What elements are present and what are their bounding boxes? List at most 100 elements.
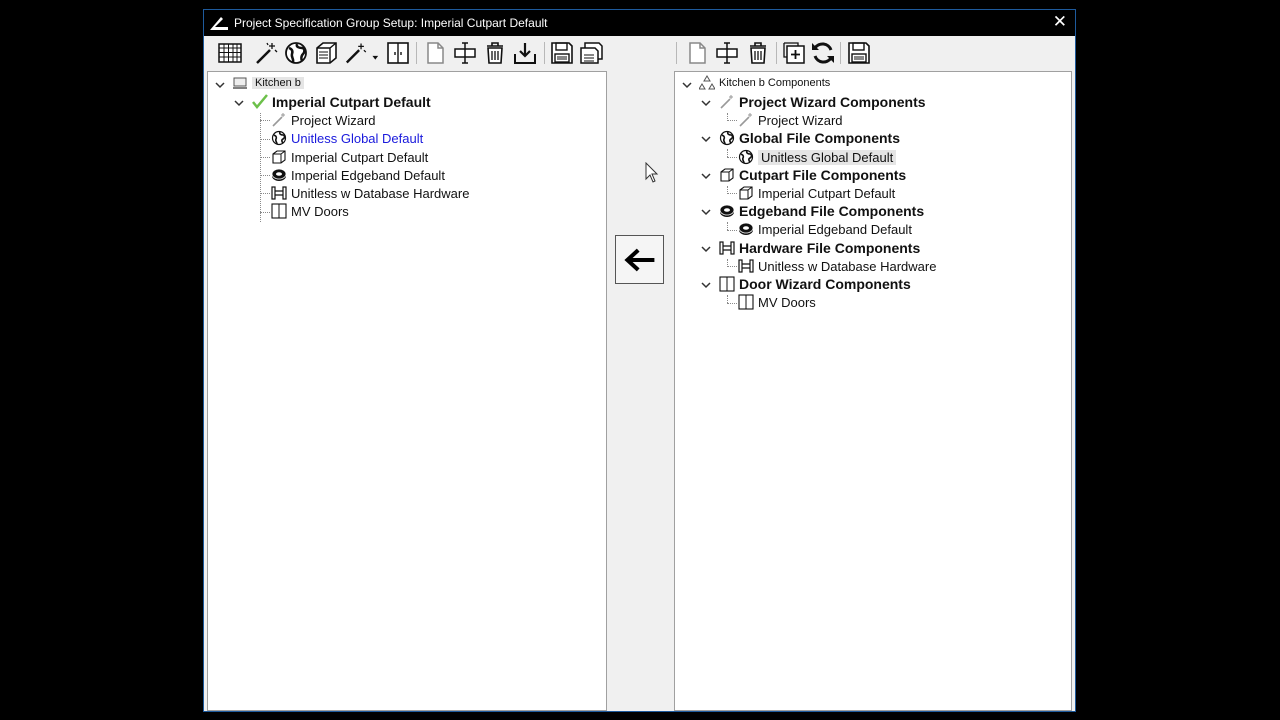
tree-connector [727, 120, 737, 122]
component-item-project-wizard[interactable]: Project Wizard [738, 111, 843, 129]
component-item-database-hardware[interactable]: Unitless w Database Hardware [738, 257, 936, 275]
new-page-icon[interactable] [683, 39, 711, 67]
save-stack-icon[interactable] [577, 39, 605, 67]
component-item-label: MV Doors [758, 294, 816, 310]
left-tree-panel[interactable]: Kitchen b Imperial Cutpart Default Proje… [207, 71, 607, 711]
door-icon [719, 276, 735, 292]
cutpart-cube-icon [738, 185, 754, 201]
tree-connector [727, 149, 729, 157]
component-group-project-wizard[interactable]: Project Wizard Components [719, 93, 926, 111]
wizard-wand-icon [719, 94, 735, 110]
move-item-icon[interactable] [713, 39, 741, 67]
tree-item-project-wizard[interactable]: Project Wizard [271, 111, 376, 129]
component-item-edgeband-default[interactable]: Imperial Edgeband Default [738, 220, 912, 238]
toolbar-separator [840, 42, 841, 64]
tree-root-node[interactable]: Kitchen b [232, 74, 304, 92]
component-item-label: Imperial Edgeband Default [758, 221, 912, 237]
globe-icon [738, 149, 754, 165]
arrow-left-icon [623, 248, 654, 271]
tree-connector [727, 230, 737, 232]
save-disk-icon[interactable] [548, 39, 576, 67]
tree-item-label: Imperial Edgeband Default [291, 167, 445, 183]
globe-icon[interactable] [282, 39, 310, 67]
toolbar-separator [416, 42, 417, 64]
chevron-down-icon[interactable] [700, 96, 712, 108]
component-group-cutpart-file[interactable]: Cutpart File Components [719, 166, 906, 184]
computer-icon [232, 75, 248, 91]
tree-item-cutpart-default[interactable]: Imperial Cutpart Default [271, 148, 428, 166]
cutpart-cube-icon [719, 167, 735, 183]
import-download-icon[interactable] [511, 39, 539, 67]
left-toolbar [204, 36, 604, 70]
tree-connector [727, 266, 737, 268]
component-item-mv-doors[interactable]: MV Doors [738, 293, 816, 311]
door-icon[interactable] [384, 39, 412, 67]
tree-root-label: Kitchen b [252, 77, 304, 89]
component-item-label: Unitless w Database Hardware [758, 258, 937, 274]
tree-item-label: Imperial Cutpart Default [291, 149, 429, 165]
edgeband-roll-icon [719, 203, 735, 219]
move-item-icon[interactable] [451, 39, 479, 67]
chevron-down-icon[interactable] [700, 278, 712, 290]
tree-connector [260, 157, 270, 159]
chevron-down-icon[interactable] [700, 132, 712, 144]
edgeband-roll-icon [271, 167, 287, 183]
component-group-door-wizard[interactable]: Door Wizard Components [719, 275, 911, 293]
toolbar-separator [544, 42, 545, 64]
cutpart-cube-icon[interactable] [312, 39, 340, 67]
component-item-label: Project Wizard [758, 112, 843, 128]
close-button[interactable]: ✕ [1053, 13, 1067, 31]
add-new-icon[interactable] [780, 39, 808, 67]
chevron-down-icon[interactable] [700, 169, 712, 181]
tree-item-mv-doors[interactable]: MV Doors [271, 202, 349, 220]
right-tree-panel[interactable]: Kitchen b Components Project Wizard Comp… [674, 71, 1072, 711]
component-group-global-file[interactable]: Global File Components [719, 129, 900, 147]
component-group-hardware-file[interactable]: Hardware File Components [719, 239, 920, 257]
door-icon [738, 294, 754, 310]
checkmark-icon [252, 94, 268, 110]
cutpart-cube-icon [271, 149, 287, 165]
refresh-icon[interactable] [809, 39, 837, 67]
tree-connector [260, 113, 262, 222]
component-group-label: Door Wizard Components [739, 276, 911, 292]
components-root-node[interactable]: Kitchen b Components [699, 74, 830, 92]
chevron-down-icon[interactable] [214, 78, 226, 90]
globe-icon [271, 130, 287, 146]
chevron-down-icon[interactable] [700, 242, 712, 254]
mouse-cursor-icon [645, 161, 659, 184]
delete-trash-icon[interactable] [481, 39, 509, 67]
chevron-down-icon[interactable] [233, 96, 245, 108]
window-title: Project Specification Group Setup: Imper… [234, 16, 548, 30]
wizard-dropdown-icon[interactable] [342, 39, 382, 67]
delete-trash-icon[interactable] [744, 39, 772, 67]
tree-group-node[interactable]: Imperial Cutpart Default [252, 93, 431, 111]
move-left-arrow-button[interactable] [615, 235, 664, 284]
tree-item-label: MV Doors [291, 203, 349, 219]
component-item-global-default[interactable]: Unitless Global Default [738, 148, 897, 166]
component-item-label: Imperial Cutpart Default [758, 185, 896, 201]
new-page-icon[interactable] [421, 39, 449, 67]
component-group-edgeband-file[interactable]: Edgeband File Components [719, 202, 924, 220]
tree-item-edgeband-default[interactable]: Imperial Edgeband Default [271, 166, 445, 184]
hardware-hinge-icon [719, 240, 735, 256]
wizard-wand-icon[interactable] [252, 39, 280, 67]
tree-connector [260, 175, 270, 177]
app-logo-icon [209, 15, 229, 31]
tree-connector [727, 193, 737, 195]
spec-group-setup-window: Project Specification Group Setup: Imper… [203, 9, 1076, 712]
tree-item-global-default[interactable]: Unitless Global Default [271, 129, 423, 147]
components-icon [699, 75, 715, 91]
tree-group-label: Imperial Cutpart Default [272, 94, 431, 110]
tree-item-label: Unitless w Database Hardware [291, 185, 470, 201]
component-item-label: Unitless Global Default [758, 149, 897, 165]
tree-item-database-hardware[interactable]: Unitless w Database Hardware [271, 184, 469, 202]
chevron-down-icon[interactable] [681, 78, 693, 90]
grid-icon[interactable] [216, 39, 244, 67]
wizard-wand-icon [738, 112, 754, 128]
right-toolbar [674, 36, 1074, 70]
component-group-label: Global File Components [739, 130, 901, 146]
chevron-down-icon[interactable] [700, 205, 712, 217]
save-disk-icon[interactable] [845, 39, 873, 67]
component-item-cutpart-default[interactable]: Imperial Cutpart Default [738, 184, 895, 202]
tree-connector [727, 222, 729, 230]
